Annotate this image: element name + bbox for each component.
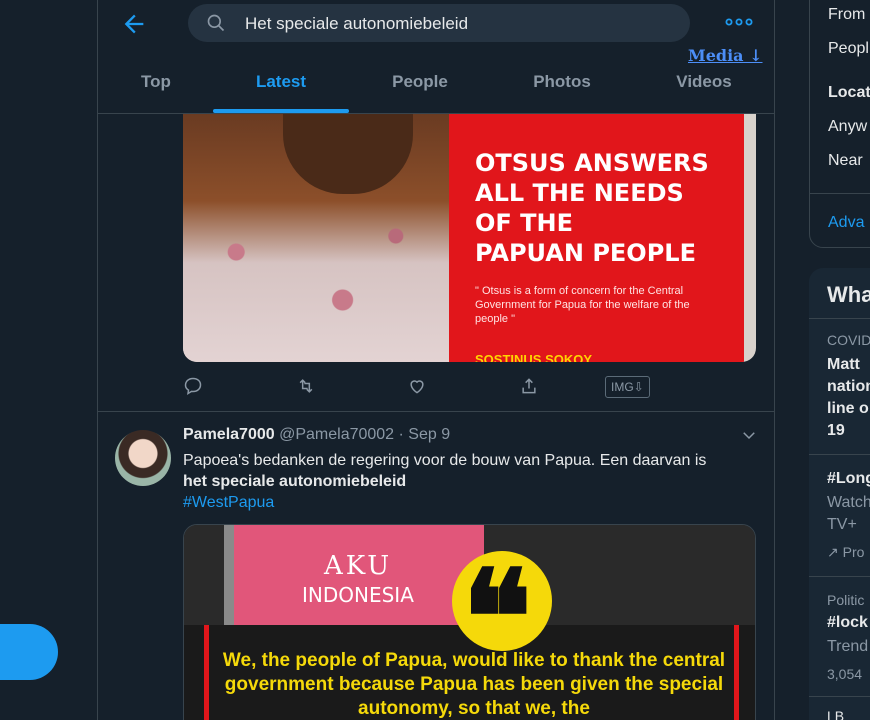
author-name[interactable]: Pamela7000: [183, 426, 275, 443]
shirt-text-indonesia: INDONESIA: [302, 583, 414, 607]
tweet-divider: [98, 411, 774, 412]
trend-title-line[interactable]: Matt: [827, 356, 860, 374]
search-header: Het speciale autonomiebeleid Media ↓ Top…: [98, 0, 774, 114]
location-heading: Locat: [828, 84, 870, 101]
advanced-search-link[interactable]: Adva: [828, 214, 864, 232]
poster-panel: OTSUS ANSWERS ALL THE NEEDS OF THE PAPUA…: [449, 114, 744, 362]
poster-subtext: " Otsus is a form of concern for the Cen…: [475, 285, 690, 325]
tweet-text: Papoea's bedanken de regering voor de bo…: [183, 450, 763, 513]
tab-photos[interactable]: Photos: [518, 72, 606, 92]
search-filters-panel: From Peopl Locat Anyw Near Adva: [809, 0, 870, 248]
filter-anywhere[interactable]: Anyw: [828, 118, 867, 136]
share-icon[interactable]: [519, 376, 541, 398]
like-icon[interactable]: [407, 376, 429, 398]
trend-context: Politic: [827, 592, 865, 608]
main-column: Het speciale autonomiebeleid Media ↓ Top…: [97, 0, 775, 720]
tweet-actions: IMG⇩: [183, 372, 663, 402]
tab-people[interactable]: People: [378, 72, 462, 92]
trend-context: COVID: [827, 332, 870, 348]
tab-videos[interactable]: Videos: [664, 72, 744, 92]
back-arrow-icon[interactable]: [120, 10, 148, 38]
tweet-compose-button[interactable]: [0, 624, 58, 680]
tweet-header: Pamela7000 @Pamela70002 · Sep 9: [183, 426, 451, 443]
trend-count: 3,054: [827, 666, 863, 682]
trend-title-line[interactable]: #lock: [827, 614, 868, 632]
person-photo: [183, 114, 449, 362]
search-value: Het speciale autonomiebeleid: [245, 14, 469, 33]
trend-title-line[interactable]: #Long: [827, 470, 870, 488]
search-tabs: Top Latest People Photos Videos: [98, 62, 774, 114]
tab-latest[interactable]: Latest: [238, 72, 324, 92]
active-tab-indicator: [213, 109, 349, 113]
more-options-icon[interactable]: [724, 12, 754, 32]
trends-panel: Wha COVID Matt nation line o 19 #Long Wa…: [809, 268, 870, 720]
poster-headline: OTSUS ANSWERS ALL THE NEEDS OF THE PAPUA…: [475, 149, 709, 267]
hashtag-link[interactable]: #WestPapua: [183, 492, 763, 513]
retweet-icon[interactable]: [295, 376, 317, 398]
right-sidebar: From Peopl Locat Anyw Near Adva Wha COVI…: [809, 0, 870, 720]
tab-top[interactable]: Top: [124, 72, 188, 92]
tweet-date[interactable]: Sep 9: [408, 426, 450, 443]
avatar[interactable]: [115, 430, 171, 486]
chevron-down-icon[interactable]: [740, 426, 758, 444]
search-icon: [207, 14, 225, 32]
author-handle[interactable]: @Pamela70002: [279, 426, 394, 443]
tweet-image[interactable]: AKU INDONESIA ❝ We, the people of Papua,…: [183, 524, 756, 720]
trend-next[interactable]: LB: [827, 708, 844, 720]
reply-icon[interactable]: [183, 376, 205, 398]
poster-name: SOSTINUS SOKOY: [475, 352, 593, 362]
tweet-image[interactable]: OTSUS ANSWERS ALL THE NEEDS OF THE PAPUA…: [183, 114, 756, 362]
quote-text: We, the people of Papua, would like to t…: [222, 650, 726, 719]
filter-near[interactable]: Near: [828, 152, 863, 170]
trends-heading: Wha: [827, 282, 870, 307]
promoted-label: ↗ Pro: [827, 544, 865, 560]
filter-from[interactable]: From: [828, 6, 865, 24]
shirt-text-aku: AKU: [324, 551, 393, 581]
tweet-bold-text: het speciale autonomiebeleid: [183, 473, 407, 490]
image-download-button[interactable]: IMG⇩: [605, 376, 650, 398]
filter-people[interactable]: Peopl: [828, 40, 869, 58]
search-input[interactable]: Het speciale autonomiebeleid: [188, 4, 690, 42]
